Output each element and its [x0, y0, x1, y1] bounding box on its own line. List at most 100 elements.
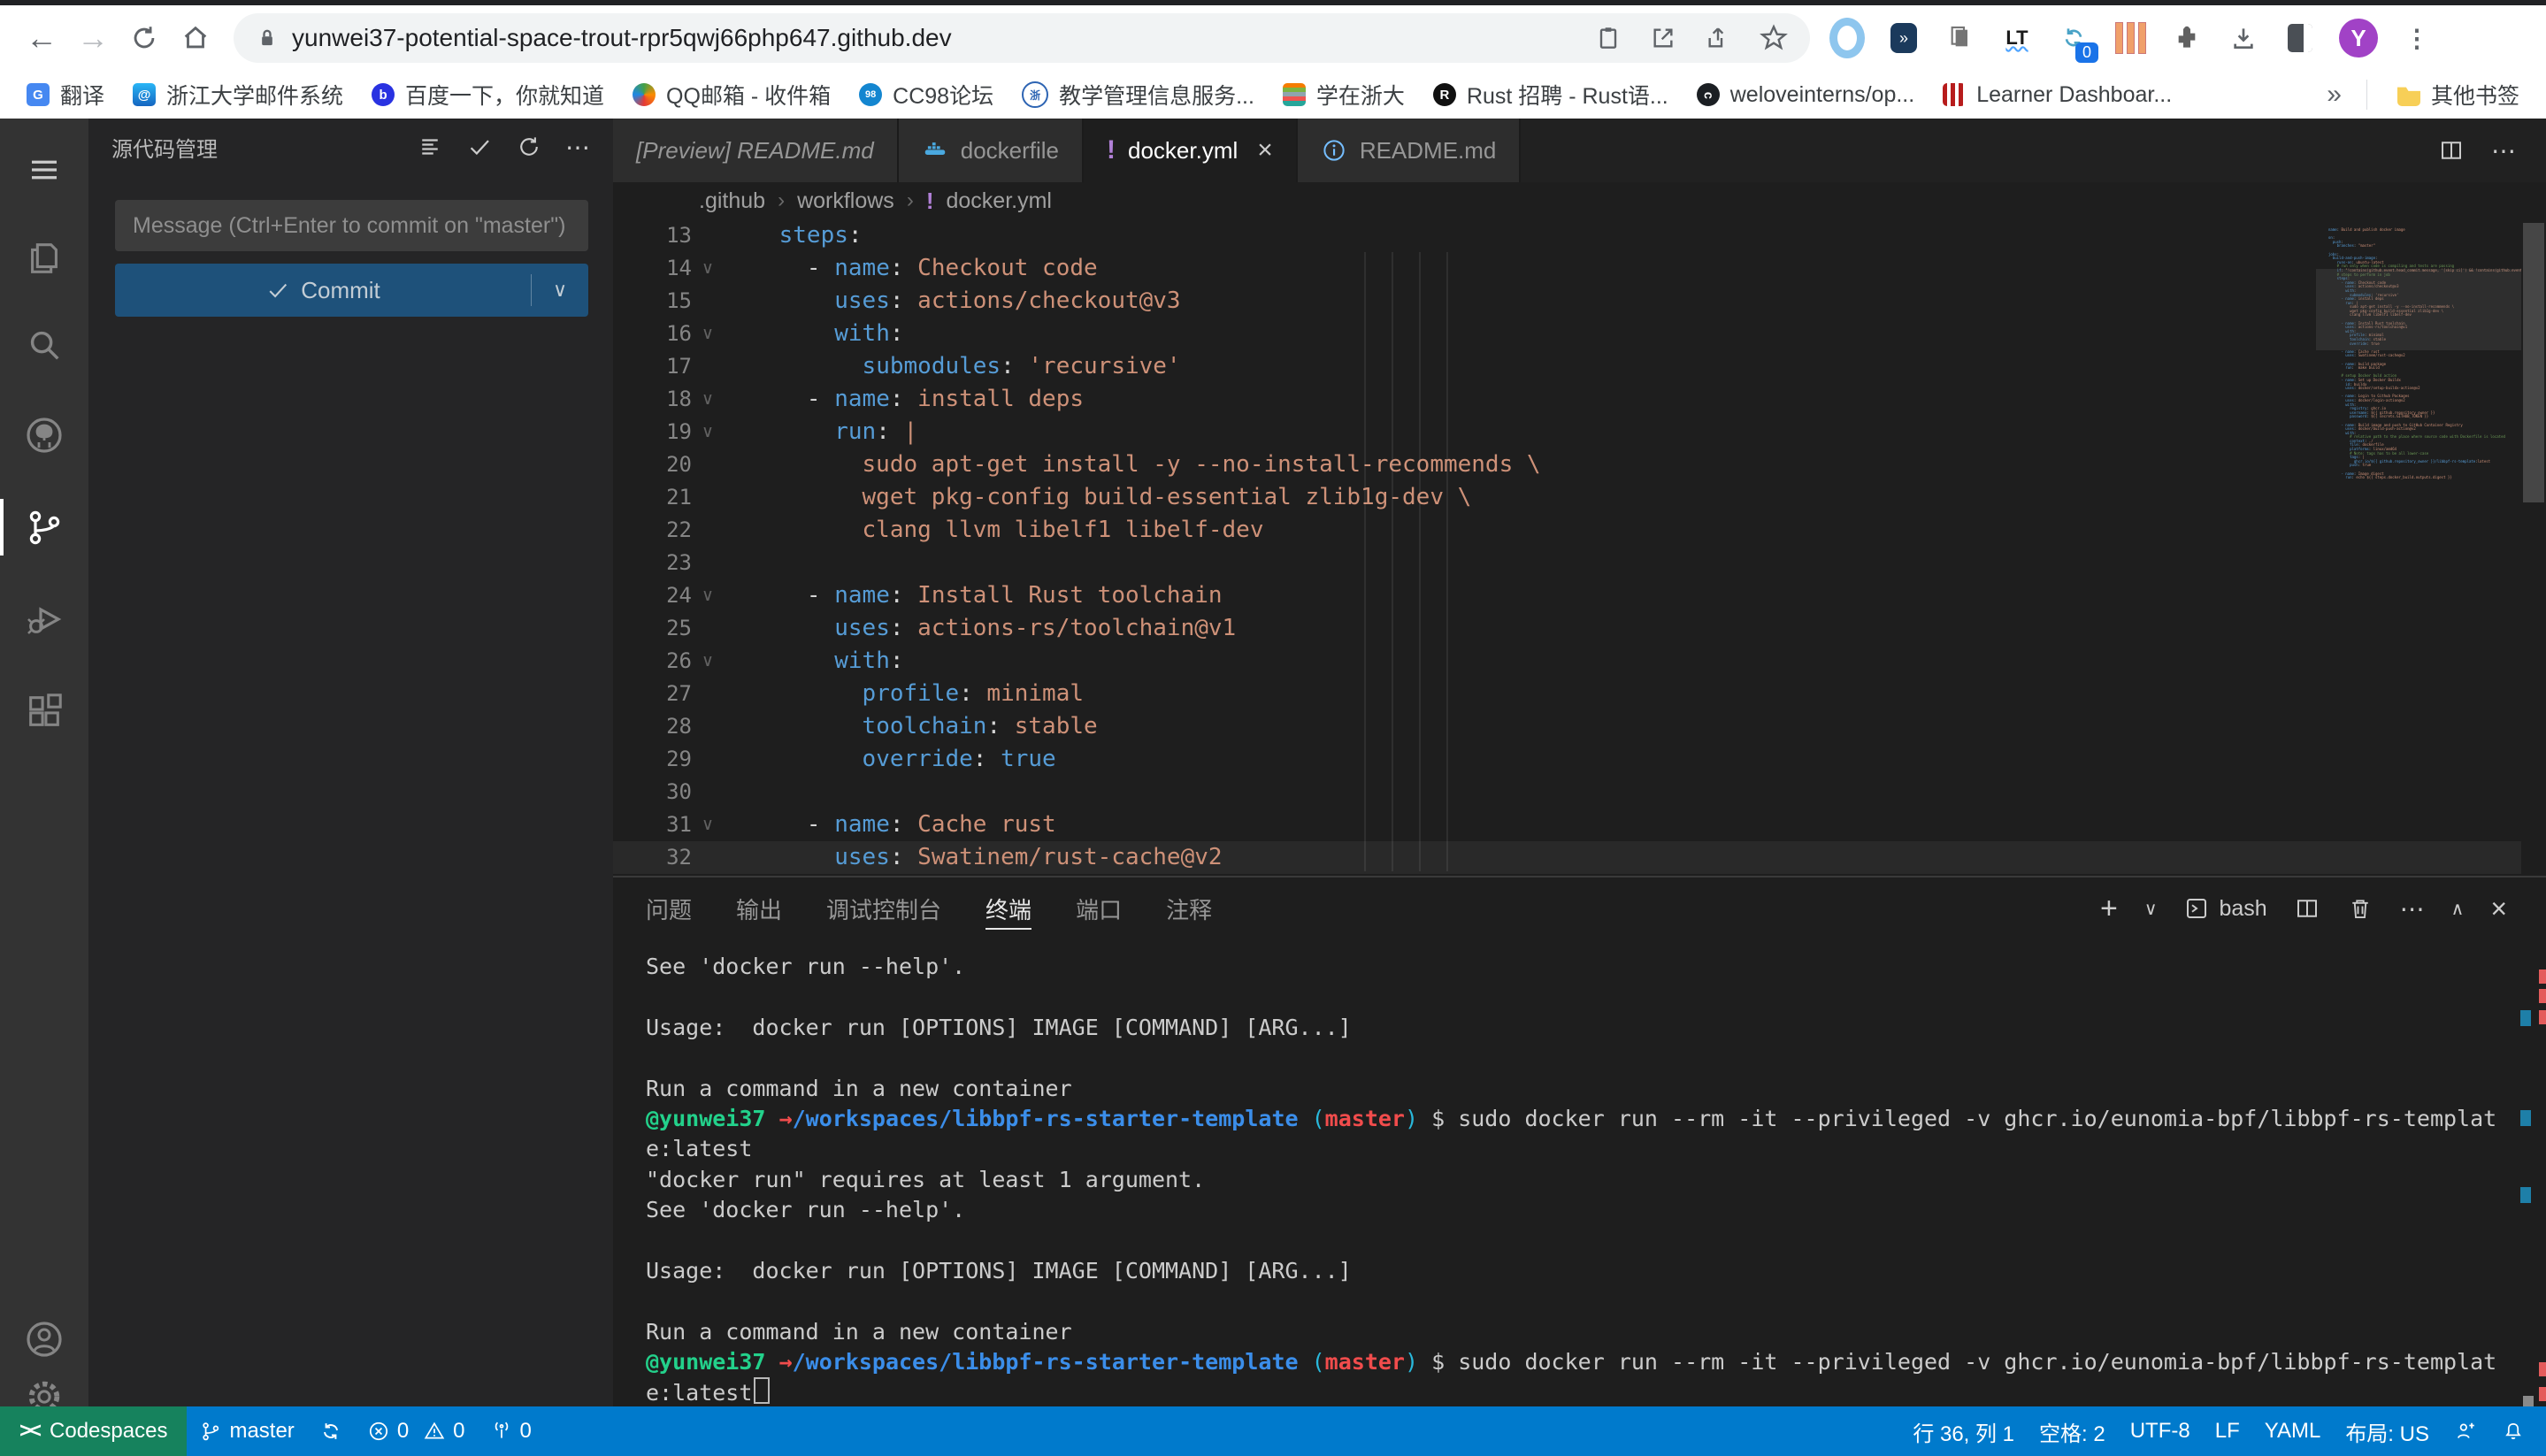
bookmark-item[interactable]: b百度一下，你就知道 [357, 79, 618, 111]
home-button[interactable] [170, 12, 221, 64]
minimap-slider[interactable] [2316, 269, 2521, 350]
minimap[interactable]: name: Build and publish docker image on:… [2316, 219, 2521, 876]
commit-check-icon[interactable] [466, 134, 493, 160]
ports-indicator[interactable]: 0 [478, 1406, 544, 1456]
sync-indicator[interactable] [307, 1406, 355, 1456]
fold-chevron[interactable]: ∨ [692, 318, 724, 350]
refresh-icon[interactable] [516, 134, 542, 160]
eol-sequence[interactable]: LF [2203, 1406, 2252, 1456]
close-tab-icon[interactable]: × [1257, 135, 1273, 165]
extensions-puzzle-icon[interactable] [2169, 20, 2205, 56]
code-line[interactable]: 14∨ - name: Checkout code [613, 252, 2521, 285]
split-editor-icon[interactable] [2438, 137, 2465, 164]
panel-more-icon[interactable]: ⋯ [2400, 894, 2425, 923]
extension-navy-icon[interactable]: » [1886, 20, 1921, 56]
clipboard-icon[interactable] [1594, 24, 1622, 52]
breadcrumb[interactable]: .github›workflows›!docker.yml [613, 182, 2546, 219]
fold-chevron[interactable]: ∨ [692, 645, 724, 678]
commit-button[interactable]: Commit ∨ [115, 264, 588, 317]
bookmark-item[interactable]: 98CC98论坛 [845, 79, 1008, 111]
open-in-new-icon[interactable] [1649, 24, 1677, 52]
fold-chevron[interactable]: ∨ [692, 252, 724, 285]
address-bar[interactable]: yunwei37-potential-space-trout-rpr5qwj66… [234, 13, 1810, 63]
code-line[interactable]: 23 [613, 547, 2521, 579]
browser-profile-avatar[interactable]: Y [2339, 19, 2378, 57]
code-line[interactable]: 28 toolchain: stable [613, 710, 2521, 743]
panel-tab[interactable]: 输出 [736, 877, 782, 939]
forward-button[interactable]: → [67, 12, 119, 64]
fold-chevron[interactable]: ∨ [692, 383, 724, 416]
breadcrumb-item[interactable]: .github [699, 188, 765, 214]
code-editor[interactable]: 13 steps:14∨ - name: Checkout code15 use… [613, 219, 2521, 876]
source-control-icon[interactable] [0, 492, 88, 563]
bookmark-item[interactable]: Learner Dashboar... [1929, 82, 2186, 108]
panel-tab[interactable]: 终端 [985, 877, 1031, 939]
bookmark-item[interactable]: QQ邮箱 - 收件箱 [618, 79, 845, 111]
kill-terminal-icon[interactable] [2347, 895, 2373, 922]
fold-chevron[interactable]: ∨ [692, 416, 724, 448]
extensions-icon[interactable] [0, 676, 88, 747]
code-line[interactable]: 18∨ - name: install deps [613, 383, 2521, 416]
code-line[interactable]: 21 wget pkg-config build-essential zlib1… [613, 481, 2521, 514]
other-bookmarks[interactable]: 其他书签 [2383, 79, 2534, 111]
close-panel-icon[interactable]: × [2490, 893, 2507, 925]
lock-icon[interactable] [255, 26, 280, 50]
split-terminal-icon[interactable] [2294, 895, 2320, 922]
notifications-bell-icon[interactable] [2489, 1406, 2537, 1456]
menu-hamburger-icon[interactable] [0, 134, 88, 205]
maximize-panel-chevron[interactable]: ∧ [2451, 898, 2465, 920]
problems-indicator[interactable]: 0 0 [355, 1406, 478, 1456]
code-line[interactable]: 16∨ with: [613, 318, 2521, 350]
bookmark-item[interactable]: @浙江大学邮件系统 [119, 79, 357, 111]
code-line[interactable]: 27 profile: minimal [613, 678, 2521, 710]
bookmark-item[interactable]: ᴒweloveinterns/op... [1683, 82, 1929, 108]
encoding[interactable]: UTF-8 [2118, 1406, 2203, 1456]
view-as-list-icon[interactable] [417, 134, 443, 160]
github-icon[interactable] [0, 400, 88, 471]
run-debug-icon[interactable] [0, 584, 88, 655]
url-text[interactable]: yunwei37-potential-space-trout-rpr5qwj66… [292, 24, 1594, 52]
code-line[interactable]: 30 [613, 776, 2521, 808]
bullets-icon[interactable] [2113, 20, 2148, 56]
bookmark-item[interactable]: 浙教学管理信息服务... [1008, 79, 1269, 111]
back-button[interactable]: ← [16, 12, 67, 64]
code-line[interactable]: 15 uses: actions/checkout@v3 [613, 285, 2521, 318]
reload-button[interactable] [119, 12, 170, 64]
code-line[interactable]: 17 submodules: 'recursive' [613, 350, 2521, 383]
search-icon[interactable] [0, 310, 88, 380]
panel-tab[interactable]: 端口 [1076, 877, 1122, 939]
keyboard-layout[interactable]: 布局: US [2333, 1406, 2442, 1456]
fold-chevron[interactable]: ∨ [692, 579, 724, 612]
panel-tab[interactable]: 问题 [646, 877, 692, 939]
code-line[interactable]: 22 clang llvm libelf1 libelf-dev [613, 514, 2521, 547]
panel-tab[interactable]: 调试控制台 [826, 877, 941, 939]
language-mode[interactable]: YAML [2252, 1406, 2334, 1456]
commit-dropdown-chevron[interactable]: ∨ [531, 274, 588, 306]
code-line[interactable]: 13 steps: [613, 219, 2521, 252]
indentation[interactable]: 空格: 2 [2027, 1406, 2118, 1456]
terminal-instance[interactable]: bash [2183, 895, 2266, 922]
browser-menu-icon[interactable]: ⋮ [2399, 20, 2435, 56]
commit-message-input[interactable] [115, 200, 588, 251]
code-line[interactable]: 31∨ - name: Cache rust [613, 808, 2521, 841]
editor-tab[interactable]: !docker.yml× [1084, 119, 1298, 182]
editor-tab[interactable]: README.md [1298, 119, 1522, 182]
bookmark-item[interactable]: RRust 招聘 - Rust语... [1419, 79, 1683, 111]
code-line[interactable]: 25 uses: actions-rs/toolchain@v1 [613, 612, 2521, 645]
editor-tab[interactable]: dockerfile [899, 119, 1084, 182]
code-line[interactable]: 24∨ - name: Install Rust toolchain [613, 579, 2521, 612]
bookmark-item[interactable]: 学在浙大 [1269, 79, 1419, 111]
cursor-position[interactable]: 行 36, 列 1 [1900, 1406, 2027, 1456]
downloads-icon[interactable] [2226, 20, 2261, 56]
bookmark-star-icon[interactable] [1759, 23, 1789, 53]
remote-indicator[interactable]: >< Codespaces [0, 1406, 187, 1456]
code-line[interactable]: 19∨ run: | [613, 416, 2521, 448]
bookmark-item[interactable]: G翻译 [12, 79, 119, 111]
branch-indicator[interactable]: master [187, 1406, 306, 1456]
code-line[interactable]: 29 override: true [613, 743, 2521, 776]
breadcrumb-item[interactable]: docker.yml [946, 188, 1051, 214]
languagetool-icon[interactable]: LT [1999, 20, 2035, 56]
terminal-output[interactable]: See 'docker run --help'.Usage: docker ru… [646, 952, 2511, 1408]
feedback-icon[interactable] [2442, 1406, 2489, 1456]
extension-ring-icon[interactable] [1829, 20, 1865, 56]
